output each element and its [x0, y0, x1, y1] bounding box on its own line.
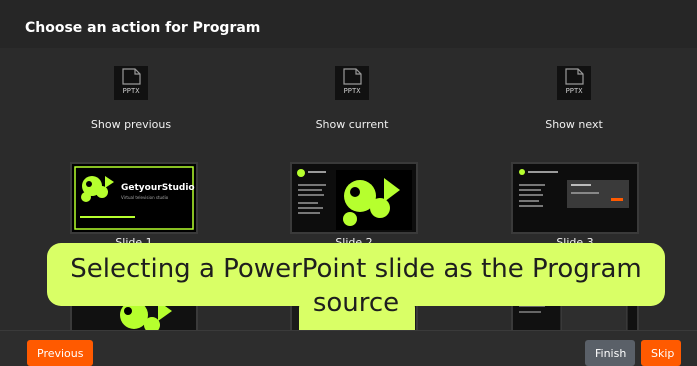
slide-1-thumbnail[interactable]: GetyourStudio Virtual television studio — [70, 162, 198, 234]
file-label: Show next — [545, 118, 603, 131]
dialog-title: Choose an action for Program — [25, 20, 261, 36]
slide-3-thumbnail[interactable] — [511, 162, 639, 234]
file-ext: PPTX — [566, 87, 584, 95]
slide-caption: Virtual television studio — [121, 195, 169, 200]
dialog-header: Choose an action for Program — [0, 0, 697, 48]
skip-button[interactable]: Skip — [641, 340, 681, 366]
file-label: Show previous — [90, 118, 172, 131]
pptx-file-icon: PPTX — [335, 66, 369, 100]
finish-button[interactable]: Finish — [585, 340, 635, 366]
show-next-option[interactable]: PPTX Show next — [494, 66, 654, 131]
pptx-file-icon: PPTX — [557, 66, 591, 100]
slide-brand: GetyourStudio — [121, 183, 195, 193]
file-ext: PPTX — [344, 87, 362, 95]
slide-2-thumbnail[interactable] — [290, 162, 418, 234]
show-current-option[interactable]: PPTX Show current — [272, 66, 432, 131]
caption-text: Selecting a PowerPoint slide as the Prog… — [70, 254, 642, 318]
dialog-footer: Previous Finish Skip — [0, 330, 697, 366]
file-label: Show current — [315, 118, 389, 131]
previous-button[interactable]: Previous — [27, 340, 93, 366]
pptx-file-icon: PPTX — [114, 66, 148, 100]
show-previous-option[interactable]: PPTX Show previous — [51, 66, 211, 131]
file-ext: PPTX — [123, 87, 141, 95]
